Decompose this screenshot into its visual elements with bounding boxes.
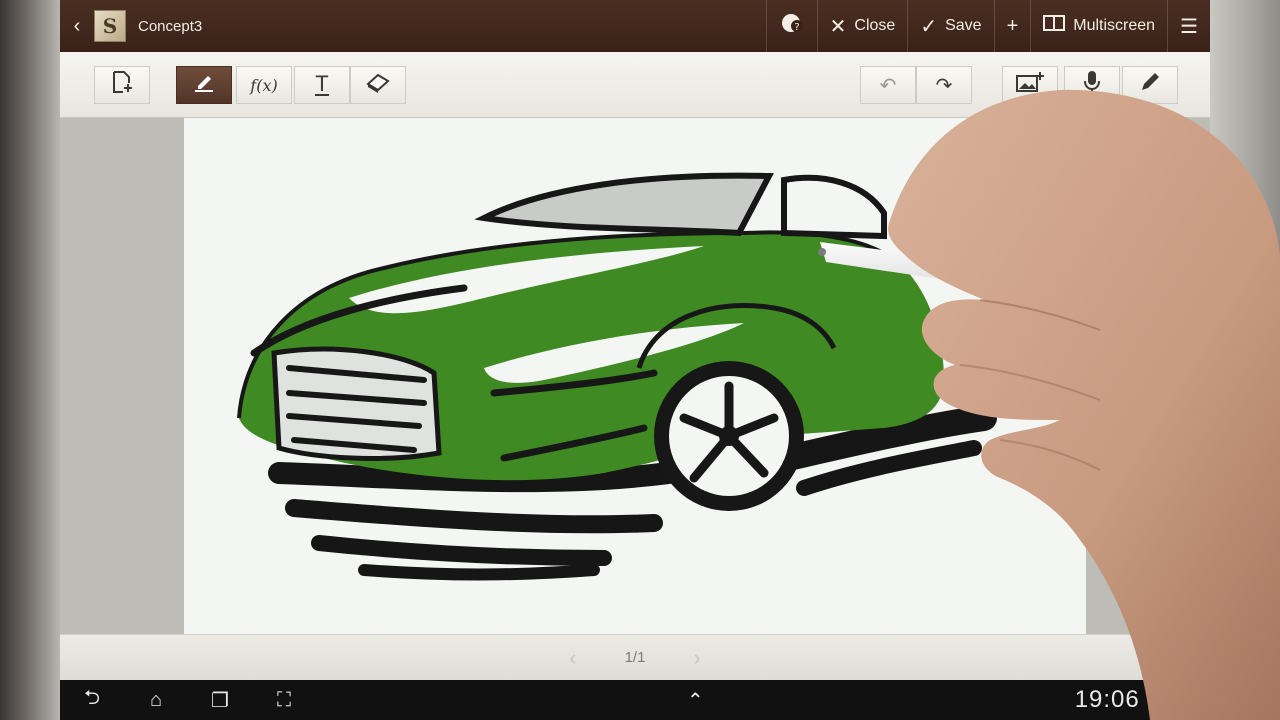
microphone-icon [1082,69,1102,101]
menu-button[interactable]: ☰ [1167,0,1210,52]
text-tool[interactable]: T [294,66,350,104]
page-counter: 1/1 [624,649,646,666]
chevron-right-icon[interactable]: › [693,645,700,671]
title-bar: ‹ S Concept3 ? ✕ Close ✓ Save + Multiscr… [60,0,1210,52]
insert-image-button[interactable] [1002,66,1058,104]
status-clock: 19:06 [1074,686,1140,713]
close-label: Close [854,17,896,34]
logo-letter: S [102,14,118,38]
formula-tool[interactable]: f(x) [236,66,292,104]
menu-icon: ☰ [1180,15,1198,38]
system-nav-bar: ⮌ ⌂ ❐ ⛶ ⌃ 19:06 ◔ ▟ [60,680,1210,720]
eraser-tool[interactable] [350,66,406,104]
signal-icon: ▟ [1164,691,1175,708]
text-tool-label: T [315,71,329,96]
canvas-area[interactable] [60,118,1210,634]
eraser-icon [364,70,392,100]
redo-button[interactable]: ↷ [916,66,972,104]
multiscreen-icon [1043,14,1066,38]
redo-icon: ↷ [935,74,953,97]
drawing-page[interactable] [184,118,1086,634]
plus-icon: + [1006,14,1019,37]
pen-settings-icon [1138,70,1162,100]
voice-record-button[interactable] [1064,66,1120,104]
text-icon: T [315,71,329,96]
globe-help-icon: ? [779,11,805,41]
home-icon[interactable]: ⌂ [124,689,188,712]
device-bezel-right [1210,0,1280,720]
page-add-icon [109,69,135,101]
pen-settings-button[interactable] [1122,66,1178,104]
multiscreen-button[interactable]: Multiscreen [1030,0,1167,52]
add-button[interactable]: + [993,0,1031,52]
wifi-icon: ◔ [1147,692,1157,708]
close-button[interactable]: ✕ Close [816,0,908,52]
page-add-tool[interactable] [94,66,150,104]
undo-button[interactable]: ↶ [860,66,916,104]
formula-icon: f(x) [250,75,278,95]
save-button[interactable]: ✓ Save [907,0,993,52]
chevron-up-icon[interactable]: ⌃ [663,688,727,713]
page-navigation: ‹ 1/1 › [60,634,1210,680]
undo-icon: ↶ [879,74,897,97]
pen-tool[interactable] [176,66,232,104]
device-bezel-left [0,0,60,720]
check-icon: ✓ [920,15,938,38]
save-label: Save [945,17,982,34]
document-title: Concept3 [138,17,203,35]
tool-row: f(x) T ↶ ↷ [60,52,1210,118]
screenshot-icon[interactable]: ⛶ [252,689,316,712]
chevron-left-icon[interactable]: ‹ [64,15,90,38]
svg-text:?: ? [794,22,799,33]
chevron-left-icon[interactable]: ‹ [569,645,576,671]
recent-apps-icon[interactable]: ❐ [188,688,252,713]
multiscreen-label: Multiscreen [1073,17,1156,34]
car-sketch [237,172,997,581]
help-button[interactable]: ? [765,0,817,52]
close-icon: ✕ [829,15,847,38]
battery-icon [1183,692,1192,708]
pen-icon [191,69,217,101]
back-arrow-icon[interactable]: ⮌ [60,683,124,717]
app-logo: S [94,10,126,42]
insert-image-icon [1015,70,1045,100]
